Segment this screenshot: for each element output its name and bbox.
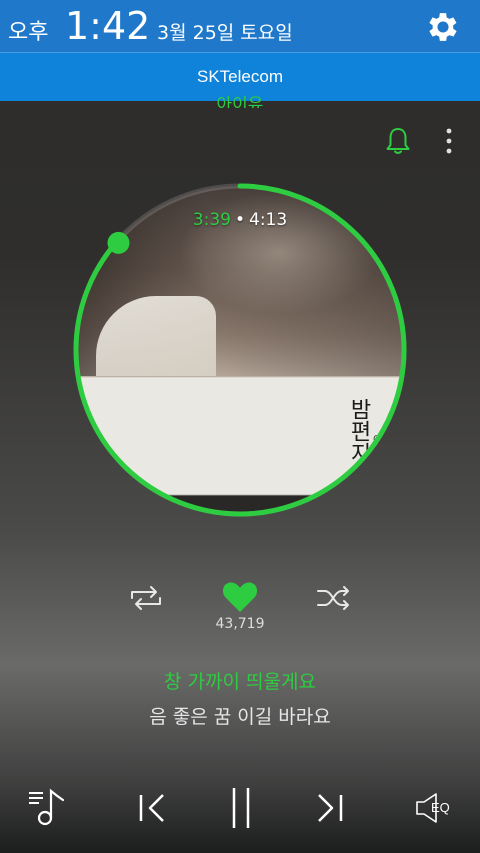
shuffle-button[interactable] [316, 584, 352, 612]
status-date: 3월 25일 토요일 [157, 22, 293, 44]
time-readout: 3:39 • 4:13 [70, 210, 410, 230]
like-count: 43,719 [215, 616, 265, 632]
skip-next-icon [318, 794, 343, 822]
time-separator: • [234, 210, 246, 230]
heart-icon [222, 582, 258, 612]
elapsed-time: 3:39 [192, 210, 231, 230]
repeat-button[interactable] [128, 584, 164, 612]
playlist-icon [29, 788, 65, 826]
previous-track-button[interactable] [136, 791, 170, 825]
repeat-icon [131, 586, 161, 610]
lyric-next-line[interactable]: 음 좋은 꿈 이길 바라요 [0, 702, 480, 729]
artist-name: 아이유 [216, 95, 264, 108]
status-clock: 1:42 [65, 4, 151, 48]
more-vert-icon [446, 128, 452, 154]
settings-button[interactable] [422, 6, 464, 48]
more-options-button[interactable] [440, 126, 458, 156]
pause-icon [232, 788, 250, 828]
progress-ring[interactable] [70, 180, 410, 520]
status-ampm: 오후 [8, 20, 49, 45]
total-duration: 4:13 [249, 210, 288, 230]
eq-label: EQ [431, 800, 450, 815]
carrier-label: SKTelecom [197, 67, 283, 86]
playlist-button[interactable] [26, 786, 68, 828]
gear-icon [429, 13, 457, 41]
equalizer-button[interactable]: EQ [414, 790, 460, 826]
bell-icon [386, 128, 410, 154]
album-disc[interactable]: 밤편지 아이유 3:39 • 4:13 [70, 180, 410, 520]
progress-knob[interactable] [107, 231, 130, 254]
like-button[interactable] [221, 580, 259, 614]
shuffle-icon [317, 586, 349, 610]
next-track-button[interactable] [312, 791, 346, 825]
pause-button[interactable] [226, 786, 256, 830]
skip-previous-icon [139, 794, 164, 822]
notification-button[interactable] [384, 126, 412, 156]
status-bar: 오후 1:42 3월 25일 토요일 [0, 0, 480, 52]
lyric-current-line[interactable]: 창 가까이 띄울게요 [0, 667, 480, 694]
